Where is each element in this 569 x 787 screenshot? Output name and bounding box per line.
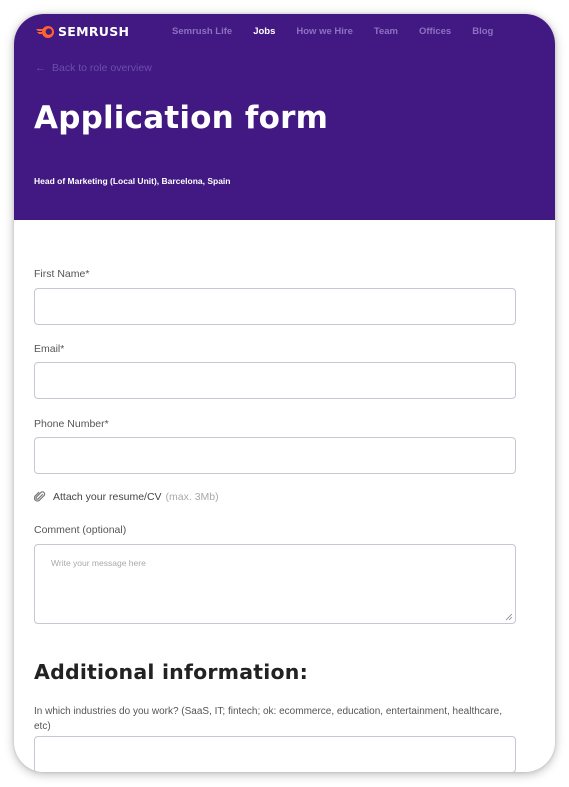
industries-question-label: In which industries do you work? (SaaS, … — [34, 706, 503, 732]
top-navigation: SEMRUSH Semrush Life Jobs How we Hire Te… — [14, 22, 555, 42]
paperclip-icon — [34, 491, 46, 502]
industries-input[interactable] — [34, 736, 516, 772]
comment-textarea[interactable]: Write your message here — [34, 544, 516, 624]
comment-placeholder: Write your message here — [51, 558, 146, 568]
nav-item-how-we-hire[interactable]: How we Hire — [296, 26, 353, 37]
attach-label: Attach your resume/CV — [53, 491, 162, 503]
attach-resume-button[interactable]: Attach your resume/CV (max. 3Mb) — [34, 491, 219, 503]
additional-info-heading: Additional information: — [34, 660, 308, 684]
page-title: Application form — [34, 100, 329, 136]
nav-item-jobs[interactable]: Jobs — [253, 26, 275, 37]
email-label: Email* — [34, 343, 65, 355]
phone-label: Phone Number* — [34, 418, 109, 430]
semrush-logo[interactable]: SEMRUSH — [35, 24, 129, 39]
first-name-input[interactable] — [34, 288, 516, 325]
back-to-role-link[interactable]: ← Back to role overview — [35, 62, 152, 74]
nav-item-semrush-life[interactable]: Semrush Life — [172, 26, 232, 37]
email-input[interactable] — [34, 362, 516, 399]
first-name-label: First Name* — [34, 268, 90, 280]
arrow-left-icon: ← — [35, 62, 46, 74]
phone-input[interactable] — [34, 437, 516, 474]
brand-name: SEMRUSH — [58, 24, 130, 39]
nav-item-team[interactable]: Team — [374, 26, 398, 37]
hero-banner: SEMRUSH Semrush Life Jobs How we Hire Te… — [14, 14, 555, 220]
nav-item-blog[interactable]: Blog — [472, 26, 493, 37]
attach-size-hint: (max. 3Mb) — [165, 491, 219, 503]
nav-links: Semrush Life Jobs How we Hire Team Offic… — [172, 26, 514, 37]
comment-label: Comment (optional) — [34, 524, 127, 536]
semrush-logo-icon — [36, 25, 54, 38]
role-subtitle: Head of Marketing (Local Unit), Barcelon… — [34, 176, 231, 186]
back-link-label: Back to role overview — [52, 62, 152, 74]
browser-viewport: SEMRUSH Semrush Life Jobs How we Hire Te… — [14, 14, 555, 772]
nav-item-offices[interactable]: Offices — [419, 26, 451, 37]
resize-handle-icon[interactable] — [505, 613, 513, 621]
